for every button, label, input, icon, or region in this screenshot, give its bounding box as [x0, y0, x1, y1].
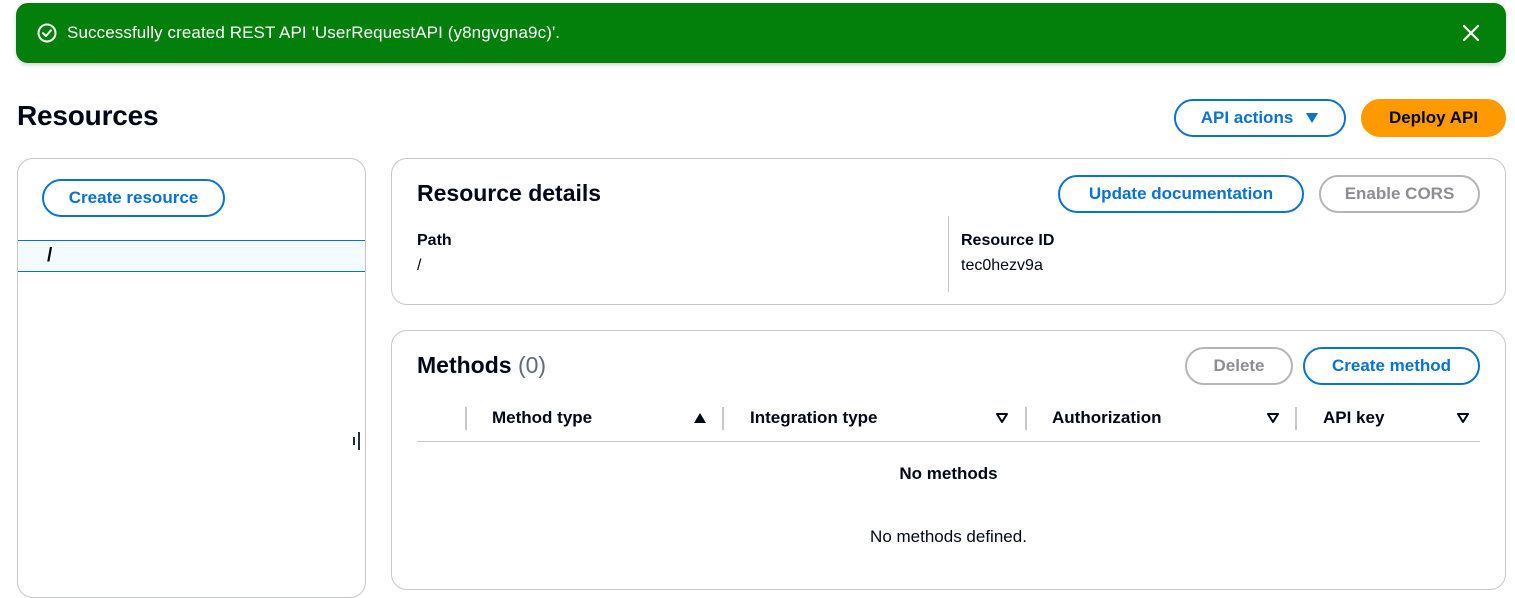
details-divider: [948, 216, 949, 292]
update-documentation-button[interactable]: Update documentation: [1058, 175, 1304, 213]
methods-title: Methods (0): [417, 352, 546, 379]
sort-ascending-icon[interactable]: [693, 411, 707, 425]
column-separator: [1295, 407, 1297, 430]
path-value: /: [417, 257, 422, 274]
success-flashbar: Successfully created REST API 'UserReque…: [16, 3, 1506, 63]
create-method-button[interactable]: Create method: [1303, 347, 1480, 385]
column-separator: [722, 407, 724, 430]
resource-tree-panel: [17, 158, 366, 598]
create-resource-button[interactable]: Create resource: [42, 179, 225, 217]
column-separator: [1025, 407, 1027, 430]
resource-tree-item-root[interactable]: /: [18, 240, 365, 272]
delete-method-button[interactable]: Delete: [1185, 347, 1293, 385]
path-label: Path: [417, 232, 452, 249]
sort-unsorted-icon[interactable]: [1266, 411, 1280, 425]
panel-resize-handle[interactable]: [353, 432, 361, 450]
deploy-api-button[interactable]: Deploy API: [1361, 99, 1506, 137]
column-separator: [465, 407, 467, 430]
resource-id-value: tec0hezv9a: [961, 257, 1043, 274]
empty-state-title: No methods: [899, 464, 998, 483]
column-header-method-type[interactable]: Method type: [492, 406, 592, 430]
sort-unsorted-icon[interactable]: [995, 411, 1009, 425]
sort-unsorted-icon[interactable]: [1456, 411, 1470, 425]
resource-path-label: /: [47, 245, 53, 266]
caret-down-icon: [1305, 112, 1319, 124]
close-icon[interactable]: [1456, 18, 1486, 48]
page-title: Resources: [17, 100, 159, 131]
column-header-api-key[interactable]: API key: [1323, 406, 1384, 430]
resource-details-title: Resource details: [417, 180, 602, 206]
check-circle-icon: [36, 22, 58, 44]
column-header-authorization[interactable]: Authorization: [1052, 406, 1162, 430]
empty-state-description: No methods defined.: [870, 527, 1027, 546]
methods-title-text: Methods: [417, 352, 512, 378]
table-header-divider: [417, 441, 1480, 442]
resource-id-label: Resource ID: [961, 232, 1055, 249]
api-actions-dropdown[interactable]: API actions: [1174, 99, 1346, 137]
api-actions-label: API actions: [1200, 108, 1294, 127]
methods-count: (0): [517, 352, 547, 378]
column-header-integration-type[interactable]: Integration type: [750, 406, 878, 430]
flash-message: Successfully created REST API 'UserReque…: [67, 23, 561, 42]
enable-cors-button[interactable]: Enable CORS: [1319, 175, 1480, 213]
